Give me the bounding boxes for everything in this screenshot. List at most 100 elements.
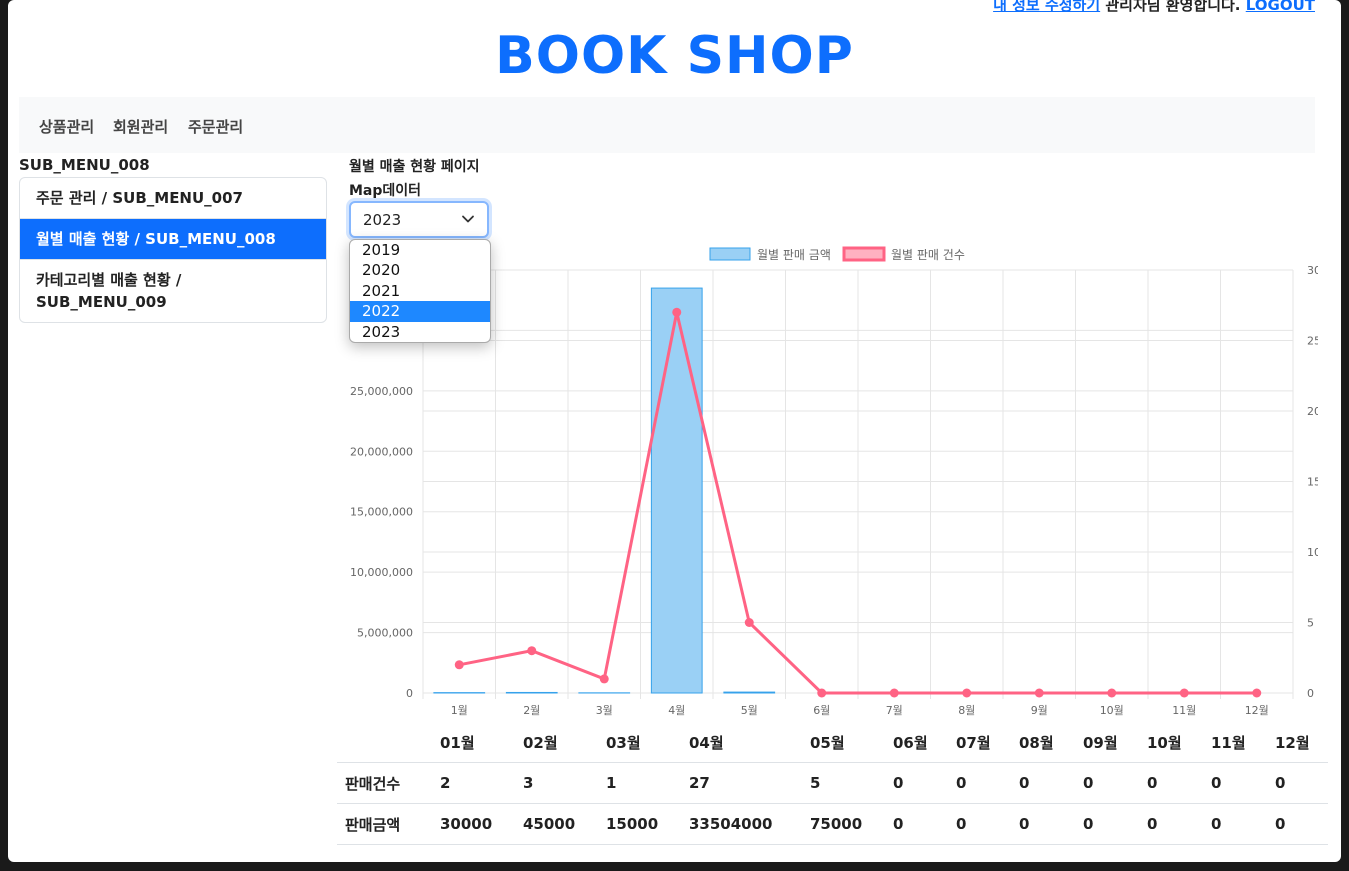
logout-link[interactable]: LOGOUT <box>1246 0 1315 14</box>
site-brand[interactable]: BOOK SHOP <box>8 26 1341 86</box>
table-cell: 5 <box>802 762 885 804</box>
user-bar: 내 정보 수정하기 관리자님 환영합니다. LOGOUT <box>993 0 1315 15</box>
bar-sales-amount <box>505 691 558 694</box>
table-header-cell: 11월 <box>1203 722 1267 763</box>
y-right-tick-label: 10 <box>1307 546 1318 559</box>
y-left-tick-label: 20,000,000 <box>350 445 413 458</box>
table-cell: 0 <box>1203 803 1267 845</box>
year-option-2019[interactable]: 2019 <box>350 240 490 260</box>
table-header-cell: 03월 <box>598 722 681 763</box>
y-left-tick-label: 5,000,000 <box>357 627 413 640</box>
table-header-cell: 09월 <box>1075 722 1139 763</box>
x-tick-label: 6월 <box>813 704 830 717</box>
legend-label-count: 월별 판매 건수 <box>891 248 965 262</box>
year-option-2022[interactable]: 2022 <box>350 301 490 322</box>
row-label: 판매건수 <box>337 762 432 804</box>
table-header-cell: 08월 <box>1011 722 1075 763</box>
point-sales-count <box>1179 688 1189 698</box>
y-right-tick-label: 15 <box>1307 476 1318 489</box>
table-cell: 27 <box>681 762 802 804</box>
table-cell: 0 <box>1075 803 1139 845</box>
nav-item-order[interactable]: 주문관리 <box>188 116 243 137</box>
table-header-row: 01월 02월 03월 04월 05월 06월 07월 08월 09월 10월 … <box>337 722 1328 763</box>
table-cell: 33504000 <box>681 803 802 845</box>
nav-item-product[interactable]: 상품관리 <box>39 116 94 137</box>
welcome-text: 관리자님 환영합니다. <box>1105 0 1241 14</box>
nav-item-member[interactable]: 회원관리 <box>113 116 168 137</box>
table-cell: 15000 <box>598 803 681 845</box>
table-header-cell: 04월 <box>681 722 802 763</box>
table-cell: 0 <box>1139 803 1203 845</box>
browser-window: 내 정보 수정하기 관리자님 환영합니다. LOGOUT BOOK SHOP 상… <box>8 0 1341 862</box>
table-header-cell: 07월 <box>948 722 1011 763</box>
year-select[interactable]: 2023 <box>349 201 489 238</box>
x-tick-label: 10월 <box>1100 704 1124 717</box>
year-option-2021[interactable]: 2021 <box>350 281 490 301</box>
table-cell: 30000 <box>432 803 515 845</box>
y-right-tick-label: 5 <box>1307 617 1314 630</box>
table-cell: 1 <box>598 762 681 804</box>
point-sales-count <box>599 674 609 684</box>
sidebar-menu: 주문 관리 / SUB_MENU_007 월별 매출 현황 / SUB_MENU… <box>19 177 327 323</box>
year-option-2023[interactable]: 2023 <box>350 322 490 342</box>
point-sales-count <box>454 660 464 670</box>
y-left-tick-label: 15,000,000 <box>350 506 413 519</box>
table-cell: 0 <box>1267 803 1328 845</box>
x-tick-label: 1월 <box>451 704 468 717</box>
y-right-tick-label: 0 <box>1307 687 1314 700</box>
table-cell: 0 <box>1267 762 1328 804</box>
map-data-label: Map데이터 <box>349 183 422 199</box>
y-left-tick-label: 0 <box>406 687 413 700</box>
table-cell: 45000 <box>515 803 598 845</box>
legend-swatch-count <box>842 246 886 262</box>
y-right-tick-label: 30 <box>1307 264 1318 277</box>
point-sales-count <box>889 688 899 698</box>
table-cell: 75000 <box>802 803 885 845</box>
table-cell: 0 <box>1011 803 1075 845</box>
bar-sales-amount <box>723 691 776 694</box>
table-cell: 0 <box>1075 762 1139 804</box>
table-cell: 2 <box>432 762 515 804</box>
point-sales-count <box>817 688 827 698</box>
point-sales-count <box>1252 688 1262 698</box>
edit-profile-link[interactable]: 내 정보 수정하기 <box>993 0 1100 14</box>
year-select-value: 2023 <box>363 211 402 229</box>
x-tick-label: 4월 <box>668 704 685 717</box>
legend-label-amount: 월별 판매 금액 <box>757 248 831 262</box>
point-sales-count <box>1034 688 1044 698</box>
table-cell: 0 <box>885 762 948 804</box>
row-label: 판매금액 <box>337 803 432 845</box>
y-left-tick-label: 10,000,000 <box>350 566 413 579</box>
table-header-cell: 05월 <box>802 722 885 763</box>
legend-swatch-amount <box>709 247 751 261</box>
point-sales-count <box>672 307 682 317</box>
sidebar-item-order-manage[interactable]: 주문 관리 / SUB_MENU_007 <box>20 178 326 219</box>
table-cell: 0 <box>948 762 1011 804</box>
year-dropdown-list: 2019 2020 2021 2022 2023 <box>349 239 491 343</box>
point-sales-count <box>527 646 537 656</box>
table-header-cell: 02월 <box>515 722 598 763</box>
table-cell: 0 <box>948 803 1011 845</box>
sidebar-title: SUB_MENU_008 <box>19 156 150 174</box>
sidebar-item-monthly-sales[interactable]: 월별 매출 현황 / SUB_MENU_008 <box>20 219 326 260</box>
point-sales-count <box>744 618 754 627</box>
table-header-cell: 10월 <box>1139 722 1203 763</box>
page-title: 월별 매출 현황 페이지 <box>349 159 480 175</box>
x-tick-label: 9월 <box>1031 704 1048 717</box>
bar-sales-amount <box>650 287 703 694</box>
y-right-tick-label: 25 <box>1307 335 1318 348</box>
y-left-tick-label: 25,000,000 <box>350 385 413 398</box>
x-tick-label: 8월 <box>958 704 975 717</box>
table-cell: 3 <box>515 762 598 804</box>
main-navbar: 상품관리 회원관리 주문관리 <box>19 97 1315 153</box>
y-right-tick-label: 20 <box>1307 405 1318 418</box>
table-cell: 0 <box>1139 762 1203 804</box>
table-row-amount: 판매금액 30000 45000 15000 33504000 75000 0 … <box>337 803 1328 845</box>
table-cell: 0 <box>885 803 948 845</box>
sidebar-item-category-sales[interactable]: 카테고리별 매출 현황 / SUB_MENU_009 <box>20 260 326 322</box>
year-option-2020[interactable]: 2020 <box>350 260 490 280</box>
x-tick-label: 12월 <box>1245 704 1269 717</box>
table-header-cell: 01월 <box>432 722 515 763</box>
table-cell: 0 <box>1203 762 1267 804</box>
table-header-cell: 12월 <box>1267 722 1328 763</box>
